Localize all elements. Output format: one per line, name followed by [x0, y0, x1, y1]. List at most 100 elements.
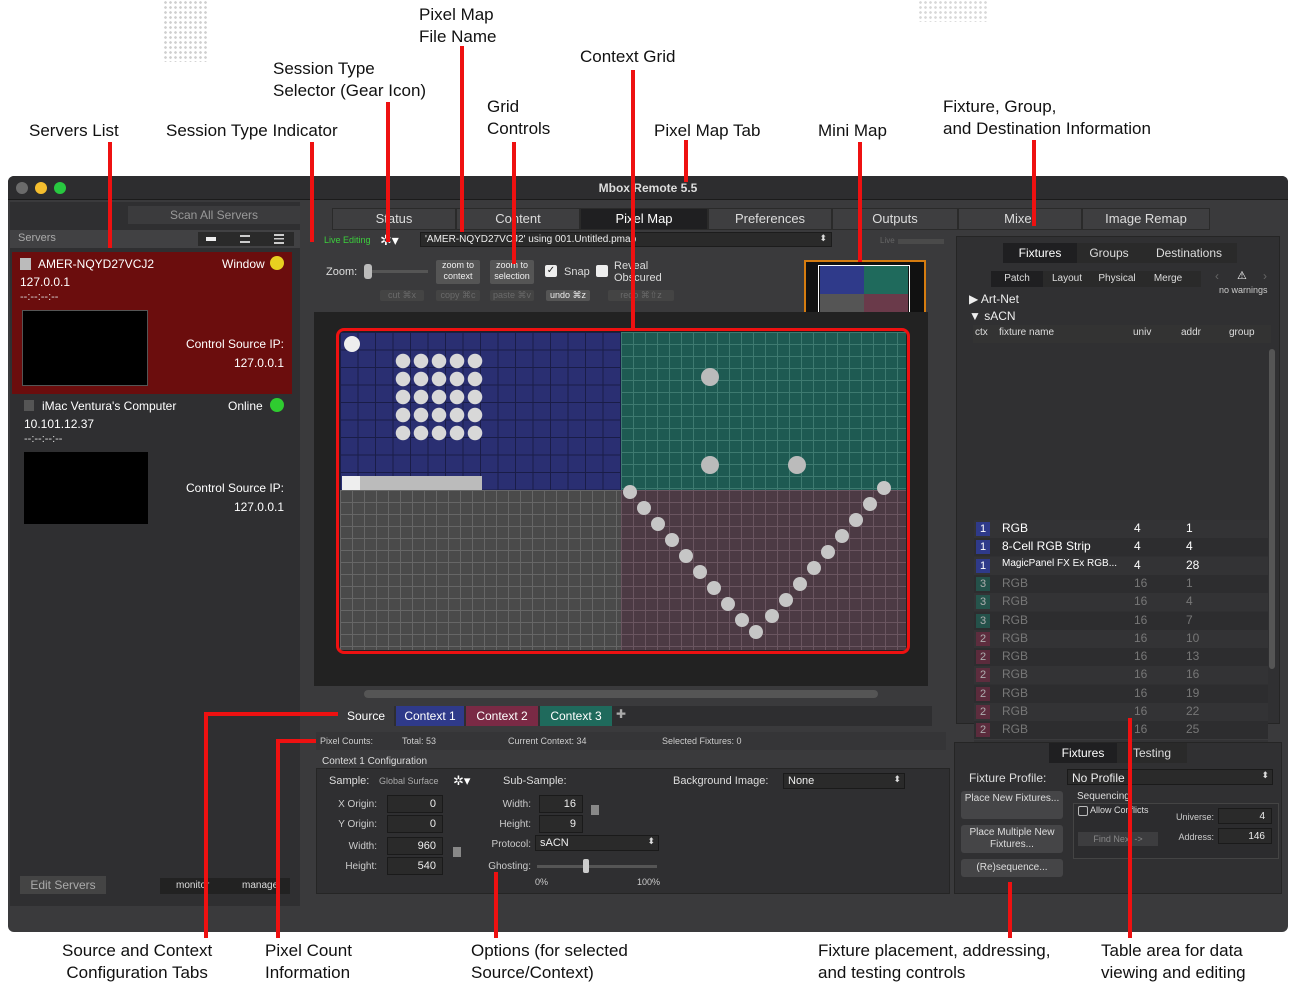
height-field[interactable]: 540 — [387, 857, 443, 875]
paste-button[interactable]: paste ⌘v — [490, 290, 534, 301]
reveal-checkbox[interactable] — [596, 265, 608, 277]
subsample-lock-icon[interactable] — [591, 805, 599, 815]
artnet-disclosure[interactable]: ▶ Art-Net — [969, 292, 1019, 306]
view-mode-icons[interactable] — [198, 232, 294, 246]
ghosting-slider-thumb[interactable] — [582, 859, 589, 873]
subtab-patch[interactable]: Patch — [991, 271, 1043, 287]
tab-preferences[interactable]: Preferences — [708, 208, 832, 230]
tab-status[interactable]: Status — [332, 208, 456, 230]
col-group[interactable]: group — [1229, 327, 1255, 338]
tab-context-3[interactable]: Context 3 — [540, 706, 612, 726]
universe-label: Universe: — [1175, 812, 1214, 822]
tab-image-remap[interactable]: Image Remap — [1082, 208, 1210, 230]
redo-button[interactable]: redo ⌘⇧z — [608, 290, 674, 301]
undo-button[interactable]: undo ⌘z — [546, 290, 590, 301]
tab-context-1[interactable]: Context 1 — [396, 706, 464, 726]
tab-fixtures-bottom[interactable]: Fixtures — [1049, 743, 1117, 763]
sample-gear-icon[interactable]: ✲▾ — [453, 773, 470, 789]
tab-outputs[interactable]: Outputs — [832, 208, 958, 230]
table-row[interactable]: 2 RGB 16 16 — [974, 666, 1268, 685]
manage-option[interactable]: manage — [242, 880, 278, 891]
place-new-fixtures-button[interactable]: Place New Fixtures... — [961, 791, 1063, 819]
server-status: Window — [222, 257, 265, 271]
address-field[interactable]: 146 — [1218, 828, 1272, 844]
cut-button[interactable]: cut ⌘x — [380, 290, 424, 301]
ss-width-field[interactable]: 16 — [539, 795, 583, 813]
pixel-map-file-select[interactable]: 'AMER-NQYD27VCJ2' using 001.Untitled.pma… — [420, 232, 832, 247]
col-fixture-name[interactable]: fixture name — [999, 327, 1054, 338]
col-univ[interactable]: univ — [1133, 327, 1151, 338]
univ-cell: 16 — [1134, 630, 1148, 645]
scan-all-servers-button[interactable]: Scan All Servers — [128, 206, 300, 224]
tab-pixel-map[interactable]: Pixel Map — [580, 208, 708, 230]
zoom-to-context-button[interactable]: zoom to context — [436, 260, 480, 284]
pointer-line — [386, 102, 390, 242]
ghosting-slider[interactable] — [537, 859, 657, 873]
table-row[interactable]: 1 8-Cell RGB Strip 4 4 — [974, 538, 1268, 557]
subtab-physical[interactable]: Physical — [1089, 271, 1145, 287]
table-row[interactable]: 2 RGB 16 13 — [974, 648, 1268, 667]
horizontal-scrollbar[interactable] — [364, 690, 878, 698]
col-ctx[interactable]: ctx — [975, 327, 988, 338]
file-select-chevron-icon: ⬍ — [819, 233, 827, 243]
tab-content[interactable]: Content — [456, 208, 580, 230]
ctx-cell: 1 — [976, 522, 990, 536]
next-warning-icon[interactable]: › — [1263, 269, 1267, 283]
fixture-table-scrollbar[interactable] — [1269, 349, 1275, 669]
tab-fixtures[interactable]: Fixtures — [1003, 243, 1077, 263]
ss-height-label: Height: — [499, 819, 531, 830]
subtab-merge[interactable]: Merge — [1145, 271, 1191, 287]
edit-servers-button[interactable]: Edit Servers — [20, 876, 106, 894]
sacn-disclosure[interactable]: ▼ sACN — [969, 309, 1016, 323]
pointer-line — [1032, 140, 1036, 226]
tab-groups[interactable]: Groups — [1079, 243, 1139, 263]
tab-destinations[interactable]: Destinations — [1141, 243, 1237, 263]
table-row[interactable]: 2 RGB 16 10 — [974, 629, 1268, 648]
tab-source[interactable]: Source — [338, 706, 394, 726]
universe-field[interactable]: 4 — [1218, 808, 1272, 824]
table-row[interactable]: 2 RGB 16 25 — [974, 721, 1268, 740]
find-next-button[interactable]: Find Next -> — [1078, 832, 1158, 846]
protocol-select[interactable]: sACN ⬍ — [535, 835, 659, 851]
col-addr[interactable]: addr — [1181, 327, 1201, 338]
copy-button[interactable]: copy ⌘c — [436, 290, 480, 301]
sacn-label: sACN — [984, 309, 1016, 323]
resequence-button[interactable]: (Re)sequence... — [961, 859, 1063, 877]
monitor-manage-toggle[interactable]: monitor manage — [160, 878, 290, 894]
place-multiple-button[interactable]: Place Multiple New Fixtures... — [961, 825, 1063, 853]
aspect-lock-icon[interactable] — [453, 847, 461, 857]
warning-icon[interactable]: ⚠ — [1237, 269, 1247, 282]
addr-cell: 1 — [1186, 575, 1193, 590]
width-field[interactable]: 960 — [387, 837, 443, 855]
x-origin-field[interactable]: 0 — [387, 795, 443, 813]
live-label: Live — [880, 236, 895, 245]
view-detail-icon[interactable] — [240, 235, 250, 243]
pointer-line — [858, 142, 862, 262]
snap-checkbox[interactable]: ✓ — [545, 265, 557, 277]
table-row[interactable]: 3 RGB 16 1 — [974, 574, 1268, 593]
table-row[interactable]: 2 RGB 16 19 — [974, 684, 1268, 703]
prev-warning-icon[interactable]: ‹ — [1215, 269, 1219, 283]
zoom-slider[interactable] — [364, 264, 428, 279]
zoom-slider-thumb[interactable] — [364, 264, 372, 279]
sample-value[interactable]: Global Surface — [379, 776, 439, 786]
background-image-label: Background Image: — [673, 775, 769, 787]
table-row[interactable]: 3 RGB 16 4 — [974, 593, 1268, 612]
add-context-icon[interactable]: ✚ — [616, 707, 626, 721]
ss-height-field[interactable]: 9 — [539, 815, 583, 833]
view-list-icon[interactable] — [274, 234, 284, 244]
background-image-select[interactable]: None ⬍ — [783, 773, 905, 789]
allow-conflicts-checkbox[interactable] — [1078, 806, 1088, 816]
subtab-layout[interactable]: Layout — [1045, 271, 1089, 287]
y-origin-field[interactable]: 0 — [387, 815, 443, 833]
tab-context-2[interactable]: Context 2 — [466, 706, 538, 726]
server-item[interactable]: iMac Ventura's Computer Online 10.101.12… — [12, 398, 292, 538]
tab-mixer[interactable]: Mixer — [958, 208, 1082, 230]
table-row[interactable]: 1 MagicPanel FX Ex RGB... 4 28 — [974, 556, 1268, 575]
table-row[interactable]: 1 RGB 4 1 — [974, 520, 1268, 538]
table-row[interactable]: 2 RGB 16 22 — [974, 703, 1268, 721]
table-row[interactable]: 3 RGB 16 7 — [974, 611, 1268, 630]
view-compact-icon[interactable] — [206, 237, 216, 241]
fixture-profile-select[interactable]: No Profile ⬍ — [1067, 769, 1273, 785]
server-item-selected[interactable]: AMER-NQYD27VCJ2 Window 127.0.0.1 --:--:-… — [12, 252, 292, 394]
